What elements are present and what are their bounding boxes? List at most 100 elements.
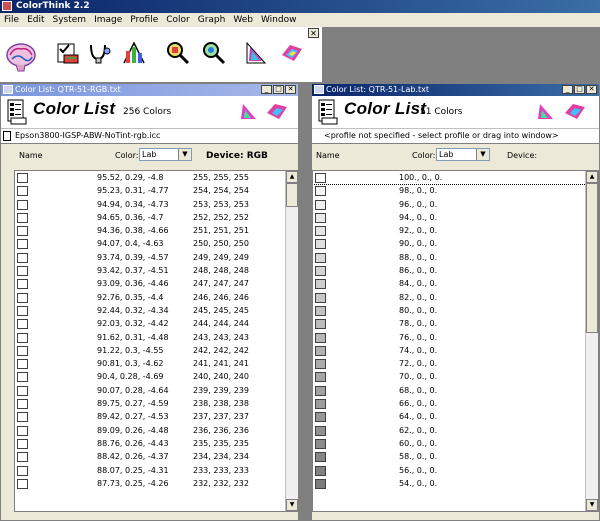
color-swatch-checkbox[interactable] xyxy=(17,292,28,303)
list-item[interactable]: 94.07, 0.4, -4.63 250, 250, 250 xyxy=(15,237,298,250)
color-swatch-checkbox[interactable] xyxy=(17,465,28,476)
menu-system[interactable]: System xyxy=(49,13,91,27)
list-item[interactable]: 60., 0., 0. xyxy=(313,437,598,450)
color-swatch-checkbox[interactable] xyxy=(17,279,28,290)
color-swatch[interactable] xyxy=(315,345,326,356)
color-swatch-checkbox[interactable] xyxy=(17,359,28,370)
maximize-button[interactable]: □ xyxy=(273,85,284,94)
profile-inspector-icon[interactable] xyxy=(88,41,112,65)
color-swatch-checkbox[interactable] xyxy=(17,252,28,263)
chevron-down-icon[interactable]: ▼ xyxy=(476,149,489,160)
list-item[interactable]: 95.23, 0.31, -4.77 254, 254, 254 xyxy=(15,184,298,197)
vertical-scrollbar[interactable]: ▲ ▼ xyxy=(285,171,298,511)
magnifier-icon[interactable] xyxy=(166,41,190,65)
minimize-button[interactable]: _ xyxy=(562,85,573,94)
menu-graph[interactable]: Graph xyxy=(194,13,230,27)
scroll-thumb[interactable] xyxy=(586,183,598,333)
color-swatch-checkbox[interactable] xyxy=(17,173,28,183)
close-button[interactable]: ✕ xyxy=(285,85,296,94)
list-item[interactable]: 78., 0., 0. xyxy=(313,317,598,330)
list-item[interactable]: 80., 0., 0. xyxy=(313,304,598,317)
color-swatch-checkbox[interactable] xyxy=(17,452,28,463)
list-item[interactable]: 92., 0., 0. xyxy=(313,224,598,237)
list-item[interactable]: 87.73, 0.25, -4.26 232, 232, 232 xyxy=(15,477,298,490)
color-swatch-checkbox[interactable] xyxy=(17,199,28,210)
color-swatch-checkbox[interactable] xyxy=(17,412,28,423)
curves-icon[interactable] xyxy=(122,41,146,65)
color-space-select[interactable]: Lab ▼ xyxy=(436,148,490,161)
list-item[interactable]: 88.76, 0.26, -4.43 235, 235, 235 xyxy=(15,437,298,450)
color-swatch[interactable] xyxy=(315,266,326,277)
minimize-button[interactable]: _ xyxy=(261,85,272,94)
color-swatch-checkbox[interactable] xyxy=(17,425,28,436)
scroll-up-button[interactable]: ▲ xyxy=(586,171,598,183)
list-item[interactable]: 90.81, 0.3, -4.62 241, 241, 241 xyxy=(15,357,298,370)
menu-color[interactable]: Color xyxy=(162,13,194,27)
color-space-select[interactable]: Lab ▼ xyxy=(139,148,192,161)
checklist-icon[interactable] xyxy=(56,41,80,65)
list-item[interactable]: 88.07, 0.25, -4.31 233, 233, 233 xyxy=(15,464,298,477)
list-item[interactable]: 64., 0., 0. xyxy=(313,410,598,423)
color-swatch-checkbox[interactable] xyxy=(17,385,28,396)
list-item[interactable]: 95.52, 0.29, -4.8 255, 255, 255 xyxy=(15,171,298,184)
color-swatch[interactable] xyxy=(315,226,326,237)
list-item[interactable]: 68., 0., 0. xyxy=(313,384,598,397)
menu-window[interactable]: Window xyxy=(257,13,301,27)
3d-gamut-icon[interactable] xyxy=(564,101,586,121)
list-item[interactable]: 100., 0., 0. xyxy=(313,171,598,186)
color-swatch[interactable] xyxy=(315,199,326,210)
scroll-up-button[interactable]: ▲ xyxy=(286,171,298,183)
scroll-down-button[interactable]: ▼ xyxy=(286,499,298,511)
menu-edit[interactable]: Edit xyxy=(23,13,48,27)
color-swatch[interactable] xyxy=(315,319,326,330)
list-item[interactable]: 93.09, 0.36, -4.46 247, 247, 247 xyxy=(15,277,298,290)
color-swatch-checkbox[interactable] xyxy=(17,186,28,197)
list-item[interactable]: 56., 0., 0. xyxy=(313,464,598,477)
toolbar-close-button[interactable]: ✕ xyxy=(308,28,319,38)
color-swatch-checkbox[interactable] xyxy=(17,239,28,250)
list-item[interactable]: 94.36, 0.38, -4.66 251, 251, 251 xyxy=(15,224,298,237)
list-item[interactable]: 82., 0., 0. xyxy=(313,291,598,304)
list-item[interactable]: 94.94, 0.34, -4.73 253, 253, 253 xyxy=(15,198,298,211)
gamut-graph-icon[interactable] xyxy=(244,41,268,65)
scroll-thumb[interactable] xyxy=(286,183,298,207)
color-swatch[interactable] xyxy=(315,252,326,263)
list-item[interactable]: 92.03, 0.32, -4.42 244, 244, 244 xyxy=(15,317,298,330)
list-item[interactable]: 90.07, 0.28, -4.64 239, 239, 239 xyxy=(15,384,298,397)
color-swatch[interactable] xyxy=(315,279,326,290)
list-item[interactable]: 76., 0., 0. xyxy=(313,331,598,344)
profile-field[interactable]: <profile not specified - select profile … xyxy=(312,128,599,144)
list-item[interactable]: 74., 0., 0. xyxy=(313,344,598,357)
color-swatch[interactable] xyxy=(315,359,326,370)
menu-profile[interactable]: Profile xyxy=(126,13,162,27)
color-swatch-checkbox[interactable] xyxy=(17,372,28,383)
list-item[interactable]: 88.42, 0.26, -4.37 234, 234, 234 xyxy=(15,450,298,463)
color-swatch[interactable] xyxy=(315,452,326,463)
color-swatch[interactable] xyxy=(315,292,326,303)
color-picker-magnifier-icon[interactable] xyxy=(202,41,226,65)
color-swatch-checkbox[interactable] xyxy=(17,266,28,277)
color-swatch-checkbox[interactable] xyxy=(17,438,28,449)
menu-image[interactable]: Image xyxy=(90,13,126,27)
color-swatch[interactable] xyxy=(315,372,326,383)
list-item[interactable]: 72., 0., 0. xyxy=(313,357,598,370)
vertical-scrollbar[interactable]: ▲ ▼ xyxy=(585,171,598,511)
color-swatch[interactable] xyxy=(315,239,326,250)
list-item[interactable]: 62., 0., 0. xyxy=(313,424,598,437)
brain-icon[interactable] xyxy=(4,39,38,73)
list-item[interactable]: 94., 0., 0. xyxy=(313,211,598,224)
color-swatch-checkbox[interactable] xyxy=(17,478,28,489)
color-swatch[interactable] xyxy=(315,465,326,476)
list-item[interactable]: 89.75, 0.27, -4.59 238, 238, 238 xyxy=(15,397,298,410)
color-swatch[interactable] xyxy=(315,212,326,223)
color-swatch[interactable] xyxy=(315,412,326,423)
list-item[interactable]: 92.76, 0.35, -4.4 246, 246, 246 xyxy=(15,291,298,304)
list-item[interactable]: 58., 0., 0. xyxy=(313,450,598,463)
scroll-down-button[interactable]: ▼ xyxy=(586,499,598,511)
list-item[interactable]: 96., 0., 0. xyxy=(313,198,598,211)
3d-gamut-icon[interactable] xyxy=(266,101,288,121)
color-swatch[interactable] xyxy=(315,186,326,197)
color-swatch[interactable] xyxy=(315,438,326,449)
list-item[interactable]: 92.44, 0.32, -4.34 245, 245, 245 xyxy=(15,304,298,317)
list-item[interactable]: 90.4, 0.28, -4.69 240, 240, 240 xyxy=(15,370,298,383)
